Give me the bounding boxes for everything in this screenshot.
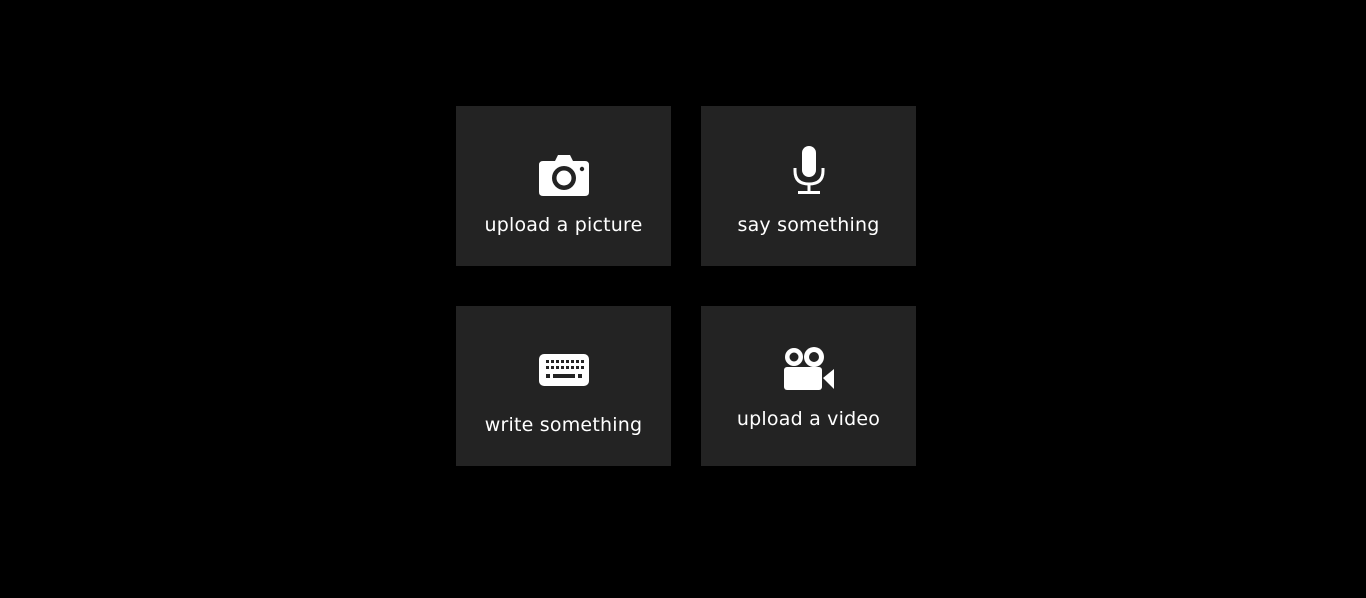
- camera-icon: [538, 155, 589, 196]
- write-something-button[interactable]: write something: [456, 306, 671, 466]
- microphone-icon: [793, 146, 824, 194]
- upload-video-button[interactable]: upload a video: [701, 306, 916, 466]
- say-something-label: say something: [737, 214, 880, 236]
- say-something-button[interactable]: say something: [701, 106, 916, 266]
- upload-video-label: upload a video: [736, 408, 881, 430]
- upload-picture-button[interactable]: upload a picture: [456, 106, 671, 266]
- write-something-label: write something: [484, 414, 643, 436]
- video-camera-icon: [783, 347, 834, 390]
- upload-picture-label: upload a picture: [484, 214, 643, 236]
- keyboard-icon: [538, 354, 589, 386]
- input-options-page: upload a picture say something write som…: [0, 0, 1366, 598]
